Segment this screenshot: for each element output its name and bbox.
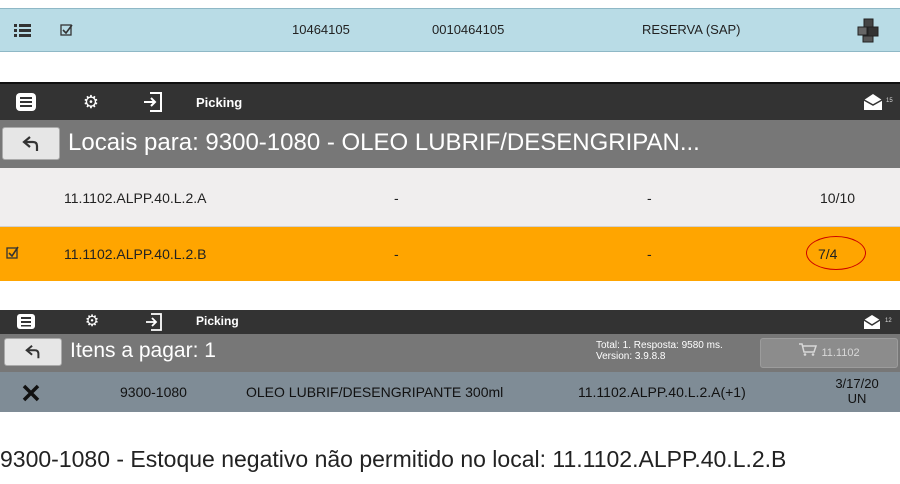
location-row-selected[interactable]: 11.1102.ALPP.40.L.2.B - - 7/4	[0, 227, 900, 281]
item-code: 9300-1080	[120, 384, 187, 400]
toolbar: ⚙ Picking 15	[0, 84, 900, 120]
messages-badge: 12	[885, 318, 892, 324]
order-type: RESERVA (SAP)	[642, 22, 741, 37]
status-version: Version: 3.9.8.8	[596, 351, 666, 362]
remove-icon[interactable]	[22, 380, 40, 405]
location-code: 11.1102.ALPP.40.L.2.A	[64, 190, 207, 206]
location-col3: -	[647, 246, 652, 262]
cart-button[interactable]: 11.1102	[760, 338, 898, 368]
location-code: 11.1102.ALPP.40.L.2.B	[64, 246, 207, 262]
menu-icon[interactable]	[16, 313, 36, 331]
messages-icon[interactable]	[862, 92, 884, 112]
error-message: 9300-1080 - Estoque negativo não permiti…	[0, 446, 787, 472]
toolbar-title: Picking	[196, 95, 243, 110]
location-col2: -	[394, 246, 399, 262]
logout-icon[interactable]	[144, 312, 164, 332]
checkbox-icon[interactable]	[6, 245, 20, 262]
cart-label: 11.1102	[821, 347, 860, 359]
status-total: Total: 1. Resposta: 9580 ms.	[596, 340, 723, 351]
checkbox-icon[interactable]	[60, 9, 74, 51]
location-col2: -	[394, 190, 399, 206]
gear-icon[interactable]: ⚙	[80, 91, 102, 113]
menu-icon[interactable]	[14, 92, 38, 112]
material-code: 0010464105	[432, 22, 505, 37]
location-row[interactable]: 11.1102.ALPP.40.L.2.A - - 10/10	[0, 168, 900, 227]
annotation-circle	[806, 236, 866, 270]
toolbar-title: Picking	[196, 314, 239, 328]
top-list-row[interactable]: 10464105 0010464105 RESERVA (SAP)	[0, 8, 900, 52]
item-location: 11.1102.ALPP.40.L.2.A(+1)	[578, 384, 746, 400]
title-bar: Locais para: 9300-1080 - OLEO LUBRIF/DES…	[0, 120, 900, 168]
toolbar: ⚙ Picking 12	[0, 310, 900, 334]
messages-badge: 15	[886, 98, 893, 104]
gear-icon[interactable]: ⚙	[82, 312, 102, 332]
item-description: OLEO LUBRIF/DESENGRIPANTE 300ml	[246, 384, 504, 400]
title-bar: Itens a pagar: 1 Total: 1. Resposta: 958…	[0, 334, 900, 372]
location-qty: 10/10	[820, 190, 856, 206]
item-date: 3/17/20	[835, 376, 879, 391]
item-unit: UN	[847, 391, 867, 406]
cart-icon	[798, 339, 818, 367]
back-button[interactable]	[4, 338, 62, 366]
order-code: 10464105	[292, 22, 350, 37]
list-icon[interactable]	[14, 9, 32, 51]
page-title: Itens a pagar: 1	[70, 339, 216, 362]
page-title: Locais para: 9300-1080 - OLEO LUBRIF/DES…	[68, 129, 700, 156]
back-button[interactable]	[2, 127, 60, 160]
messages-icon[interactable]	[862, 313, 882, 331]
location-col3: -	[647, 190, 652, 206]
item-row[interactable]: 9300-1080 OLEO LUBRIF/DESENGRIPANTE 300m…	[0, 372, 900, 412]
boxes-icon[interactable]	[856, 9, 880, 51]
logout-icon[interactable]	[142, 91, 164, 113]
